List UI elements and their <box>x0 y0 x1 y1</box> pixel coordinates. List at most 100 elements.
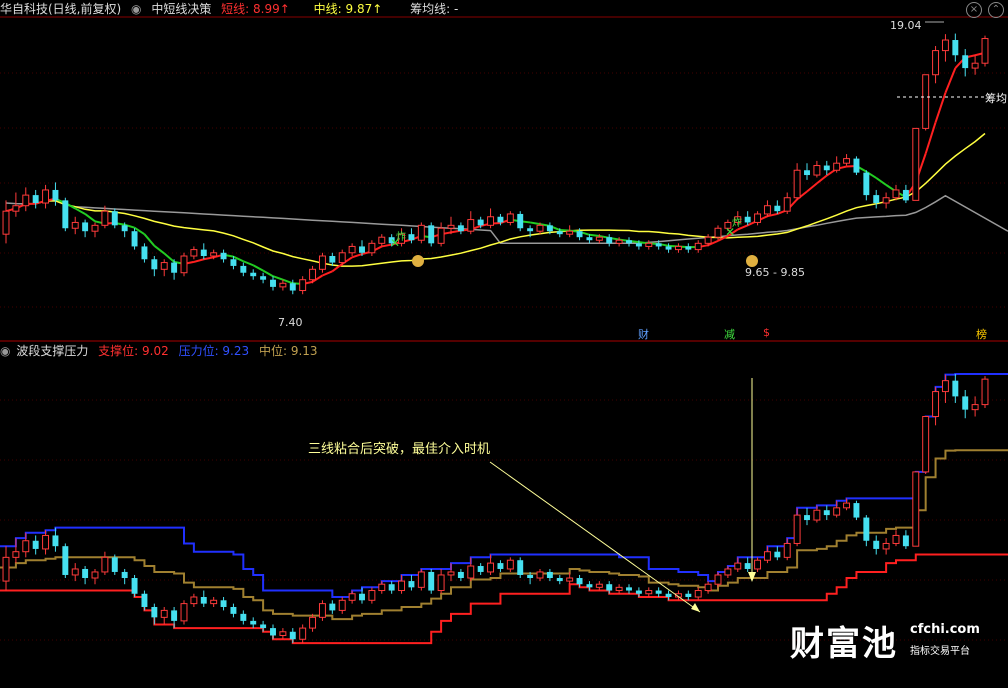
bottom-candle <box>221 600 227 607</box>
bottom-candle <box>458 572 464 578</box>
top-candle <box>517 214 523 228</box>
indicator-toggle-icon-2[interactable]: ◉ <box>0 344 10 358</box>
watermark: 财富池 cfchi.com 指标交易平台 <box>790 616 1000 664</box>
bottom-candle <box>23 541 29 552</box>
bottom-candle <box>270 628 276 635</box>
top-candle <box>537 225 543 231</box>
top-candle <box>883 198 889 203</box>
bottom-candle <box>646 591 652 594</box>
top-candle <box>191 250 197 256</box>
top-candle <box>646 243 652 246</box>
top-candle <box>557 231 563 234</box>
bottom-candle <box>438 575 444 591</box>
bottom-candle <box>52 535 58 546</box>
bottom-candle <box>715 575 721 584</box>
top-candle <box>122 225 128 231</box>
bottom-candle <box>132 578 138 594</box>
bottom-candle <box>211 600 217 603</box>
bottom-candle <box>735 563 741 569</box>
top-candle <box>211 253 217 256</box>
bottom-candle <box>369 591 375 601</box>
bottom-candle <box>389 584 395 590</box>
top-candle <box>863 173 869 195</box>
bottom-candle <box>567 578 573 581</box>
bottom-candle <box>468 566 474 578</box>
watermark-tagline: 指标交易平台 <box>910 642 970 657</box>
top-candle <box>319 256 325 269</box>
bottom-candle <box>547 572 553 578</box>
top-candle <box>132 231 138 246</box>
bottom-candle <box>695 591 701 597</box>
top-candle <box>339 253 345 263</box>
top-candle <box>488 217 494 226</box>
top-candle <box>369 243 375 252</box>
top-candle <box>527 228 533 231</box>
top-candle <box>656 243 662 246</box>
top-candle <box>784 198 790 211</box>
top-candle <box>92 225 98 231</box>
bottom-candle <box>883 543 889 548</box>
bottom-candle <box>151 607 157 617</box>
callout-text: 三线粘合后突破，最佳介入时机 <box>308 438 490 457</box>
marker-cai: 财 <box>638 326 649 342</box>
top-candle <box>82 222 88 231</box>
bottom-indicator-name[interactable]: 波段支撑压力 <box>16 344 88 358</box>
close-button[interactable]: × <box>966 2 982 18</box>
top-candle <box>636 243 642 246</box>
bottom-candle <box>141 594 147 607</box>
top-candle <box>379 237 385 243</box>
bottom-candle <box>260 624 266 628</box>
bottom-candle <box>755 560 761 569</box>
top-candle <box>853 159 859 173</box>
bottom-candle <box>527 575 533 578</box>
settings-button[interactable]: ⌃ <box>988 2 1004 18</box>
top-candle <box>903 190 909 200</box>
bottom-candle <box>478 566 484 572</box>
top-candle <box>893 190 899 198</box>
bottom-candle <box>577 578 583 584</box>
top-candle <box>794 170 800 197</box>
top-candle <box>359 246 365 252</box>
bottom-candle <box>497 563 503 569</box>
bottom-candle <box>537 572 543 578</box>
bottom-candle <box>942 381 948 392</box>
top-header: 华自科技(日线,前复权) ◉ 中短线决策 短线: 8.99↑ 中线: 9.87↑… <box>0 0 1008 18</box>
bottom-candle <box>408 581 414 587</box>
bottom-candle <box>903 535 909 546</box>
top-candle <box>567 231 573 234</box>
bottom-candle <box>507 560 513 569</box>
bottom-candle <box>656 591 662 594</box>
bottom-candle <box>725 569 731 575</box>
bottom-candle <box>13 552 19 558</box>
bottom-candle <box>863 518 869 541</box>
top-candle <box>260 276 266 280</box>
bottom-candle <box>636 591 642 594</box>
top-candle <box>250 273 256 276</box>
top-candle <box>141 246 147 259</box>
top-candle <box>774 206 780 211</box>
bottom-candle <box>230 607 236 614</box>
bottom-candle <box>171 610 177 620</box>
top-candle <box>112 211 118 225</box>
indicator-toggle-icon[interactable]: ◉ <box>131 2 141 16</box>
bottom-candle <box>814 510 820 520</box>
top-candle <box>349 246 355 252</box>
top-candle <box>942 40 948 51</box>
bottom-candle <box>359 594 365 601</box>
bottom-candle <box>339 600 345 610</box>
top-candle <box>705 237 711 243</box>
top-candle <box>547 225 553 231</box>
top-candle <box>764 206 770 214</box>
top-candle <box>507 214 513 222</box>
top-candle <box>468 220 474 232</box>
bottom-candle <box>844 503 850 508</box>
top-candle <box>3 211 9 234</box>
top-candle <box>408 234 414 240</box>
watermark-site: cfchi.com <box>910 622 980 637</box>
bottom-candle <box>784 543 790 557</box>
top-candle <box>685 246 691 249</box>
top-candle <box>102 211 108 225</box>
indicator-name[interactable]: 中短线决策 <box>151 2 211 16</box>
marker-bang: 榜 <box>976 326 987 342</box>
bottom-candle <box>92 572 98 578</box>
